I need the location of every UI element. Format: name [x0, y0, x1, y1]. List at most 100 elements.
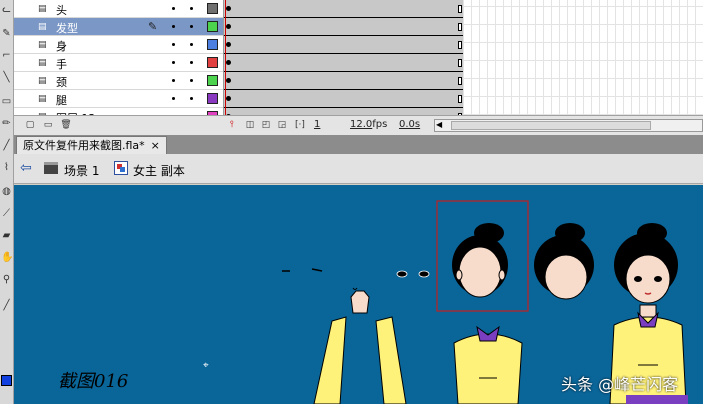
end-frame[interactable] — [458, 5, 462, 13]
layer-name[interactable]: 手 — [56, 56, 67, 72]
add-folder-icon[interactable]: ▭ — [42, 119, 54, 131]
eyedropper-tool-icon[interactable]: ⟋ — [1, 208, 12, 219]
layer-name[interactable]: 头 — [56, 2, 67, 18]
frame-row[interactable] — [224, 0, 464, 18]
line-tool-icon[interactable]: ╲ — [1, 72, 12, 83]
keyframe[interactable] — [226, 60, 231, 65]
brush-tool-icon[interactable]: ╱ — [1, 140, 12, 151]
stroke-color-icon[interactable]: ╱ — [1, 300, 12, 311]
visibility-toggle[interactable] — [172, 79, 175, 82]
visibility-toggle[interactable] — [172, 25, 175, 28]
elapsed-time: 0.0s — [399, 119, 421, 130]
keyframe[interactable] — [226, 78, 231, 83]
frame-track[interactable] — [223, 0, 464, 126]
layer-type-icon: ▤ — [38, 58, 47, 68]
visibility-toggle[interactable] — [172, 7, 175, 10]
frame-row[interactable] — [224, 90, 464, 108]
end-frame[interactable] — [458, 77, 462, 85]
visibility-toggle[interactable] — [172, 43, 175, 46]
keyframe[interactable] — [226, 96, 231, 101]
layer-row[interactable]: ▤ 腿 — [14, 90, 223, 108]
layer-name[interactable]: 颈 — [56, 74, 67, 90]
layer-row[interactable]: ▤ 头 — [14, 0, 223, 18]
document-tab[interactable]: 原文件复件用来截图.fla* × — [16, 136, 167, 154]
delete-layer-icon[interactable]: 🗑 — [60, 119, 72, 131]
layer-row[interactable]: ▤ 手 — [14, 54, 223, 72]
lock-toggle[interactable] — [190, 43, 193, 46]
pencil-icon: ✎ — [148, 20, 158, 33]
close-icon[interactable]: × — [151, 139, 160, 152]
frame-row[interactable] — [224, 72, 464, 90]
edit-multiple-frames-icon[interactable]: ◲ — [276, 119, 288, 131]
loose-nose-mouth[interactable] — [352, 287, 358, 290]
outline-color-swatch[interactable] — [207, 21, 218, 32]
visibility-toggle[interactable] — [172, 97, 175, 100]
layer-row[interactable]: ▤ 颈 — [14, 72, 223, 90]
outline-color-swatch[interactable] — [207, 3, 218, 14]
loose-arms[interactable] — [313, 316, 407, 404]
eraser-tool-icon[interactable]: ▰ — [1, 230, 12, 241]
watermark: 头条 @峰芒闪客 — [561, 375, 679, 394]
center-frame-icon[interactable]: ⫯ — [226, 119, 238, 131]
scroll-thumb[interactable] — [451, 121, 651, 130]
stage[interactable]: ⌖ 截图016 头条 @峰芒闪客 — [14, 185, 703, 404]
lock-toggle[interactable] — [190, 79, 193, 82]
frame-row[interactable] — [224, 18, 464, 36]
zoom-tool-icon[interactable]: ⚲ — [1, 274, 12, 285]
paint-bucket-tool-icon[interactable]: ◍ — [1, 186, 12, 197]
torso-dress[interactable] — [453, 325, 523, 404]
end-frame[interactable] — [458, 23, 462, 31]
head-with-hairstyle[interactable] — [534, 223, 594, 300]
loose-eyebrows[interactable] — [282, 268, 323, 272]
rectangle-tool-icon[interactable]: ▭ — [1, 96, 12, 107]
pencil-tool-icon[interactable]: ✏ — [1, 118, 12, 129]
lock-toggle[interactable] — [190, 61, 193, 64]
outline-color-swatch[interactable] — [207, 57, 218, 68]
lock-toggle[interactable] — [190, 97, 193, 100]
ink-bottle-tool-icon[interactable]: ⌇ — [1, 162, 12, 173]
layer-row[interactable]: ▤图层 12 — [14, 108, 223, 115]
timeline-scrollbar[interactable]: ◀ — [434, 119, 703, 132]
outline-color-swatch[interactable] — [207, 39, 218, 50]
layer-name[interactable]: 腿 — [56, 92, 67, 108]
end-frame[interactable] — [458, 59, 462, 67]
onion-skin-icon[interactable]: ◫ — [244, 119, 256, 131]
outline-color-swatch[interactable] — [207, 75, 218, 86]
pen-tool-icon[interactable]: ✎ — [1, 28, 12, 39]
frame-rate[interactable]: 12.0fps — [350, 119, 387, 130]
layer-list: ▤头 ▤ 发型 ✎ ▤身▤手▤颈▤腿▤图层 12 — [14, 0, 223, 115]
frame-grid[interactable] — [463, 0, 703, 115]
fill-color-swatch[interactable] — [1, 375, 12, 386]
breadcrumb-scene[interactable]: 场景 1 — [64, 162, 99, 179]
head-with-bun[interactable] — [452, 223, 508, 298]
outline-color-swatch[interactable] — [207, 93, 218, 104]
text-tool-icon[interactable]: ⌐ — [1, 50, 12, 61]
end-frame[interactable] — [458, 95, 462, 103]
insert-layer-icon[interactable]: ▢ — [24, 119, 36, 131]
layer-name[interactable]: 发型 — [56, 20, 78, 36]
loose-neck[interactable] — [350, 290, 370, 314]
end-frame[interactable] — [458, 41, 462, 49]
layer-row[interactable]: ▤ 发型 ✎ — [14, 18, 223, 36]
layer-name[interactable]: 身 — [56, 38, 67, 54]
keyframe[interactable] — [226, 24, 231, 29]
keyframe[interactable] — [226, 42, 231, 47]
screenshot-caption: 截图016 — [58, 371, 129, 392]
onion-markers-icon[interactable]: [·] — [294, 119, 306, 131]
frame-row[interactable] — [224, 36, 464, 54]
frame-row[interactable] — [224, 54, 464, 72]
timeline-panel: ▤头 ▤ 发型 ✎ ▤身▤手▤颈▤腿▤图层 12 ▢ ▭ 🗑 ⫯ ◫ ◰ ◲ [·] 1… — [14, 0, 703, 135]
breadcrumb-symbol[interactable]: 女主 副本 — [133, 162, 185, 179]
lock-toggle[interactable] — [190, 25, 193, 28]
hand-tool-icon[interactable]: ✋ — [1, 252, 13, 263]
keyframe[interactable] — [226, 6, 231, 11]
onion-outline-icon[interactable]: ◰ — [260, 119, 272, 131]
layer-row[interactable]: ▤ 身 — [14, 36, 223, 54]
document-tab-bar: 原文件复件用来截图.fla* × — [14, 135, 703, 154]
visibility-toggle[interactable] — [172, 61, 175, 64]
lock-toggle[interactable] — [190, 7, 193, 10]
loose-eyes[interactable] — [396, 270, 430, 278]
scroll-left-icon[interactable]: ◀ — [436, 120, 442, 129]
back-arrow-icon[interactable]: ⇦ — [20, 160, 32, 176]
lasso-tool-icon[interactable]: ᓚ — [1, 4, 12, 15]
